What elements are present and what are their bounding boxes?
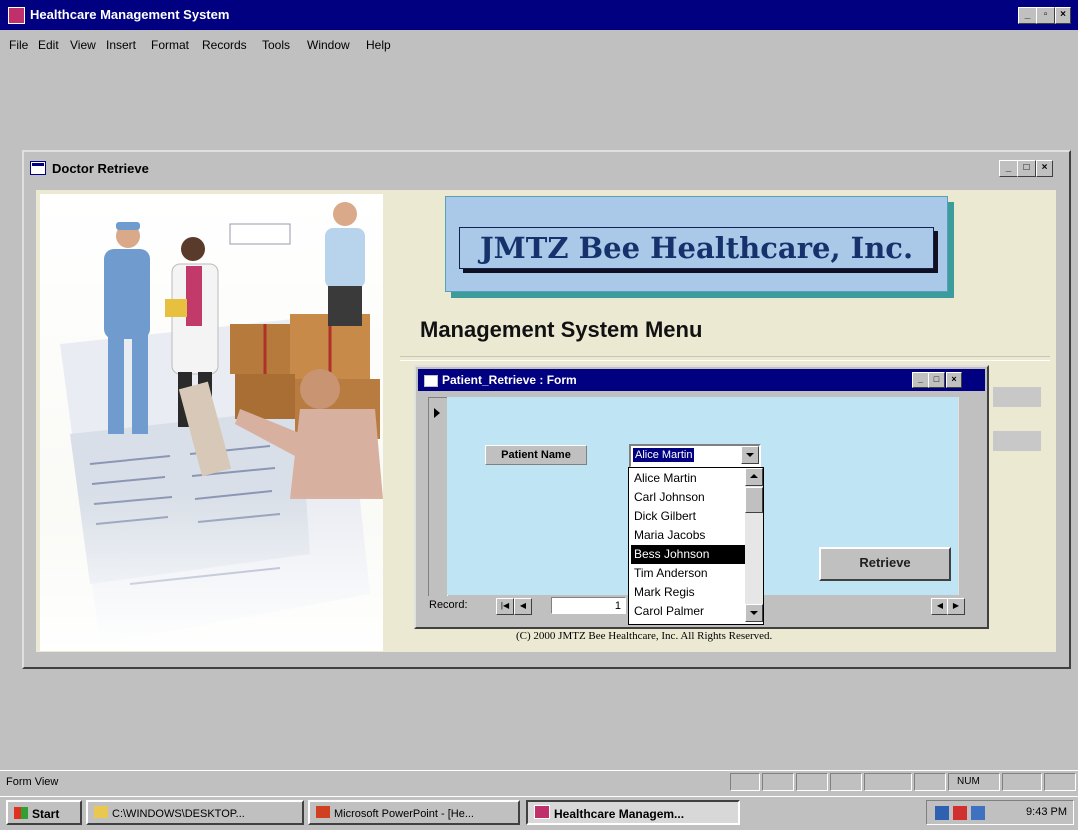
form-icon[interactable] bbox=[30, 161, 46, 175]
first-record-icon[interactable]: |◀ bbox=[496, 598, 514, 615]
close-icon[interactable]: × bbox=[1055, 7, 1071, 24]
patient-name-value[interactable]: Alice Martin bbox=[633, 448, 695, 462]
dropdown-option-highlighted[interactable]: Bess Johnson bbox=[631, 545, 746, 564]
maximize-icon[interactable]: □ bbox=[1017, 160, 1036, 177]
chevron-down-icon bbox=[750, 611, 758, 615]
taskbar-item-desktop[interactable]: C:\WINDOWS\DESKTOP... bbox=[86, 800, 304, 825]
scroll-right-icon[interactable]: ▶ bbox=[947, 598, 965, 615]
scroll-thumb[interactable] bbox=[745, 487, 763, 513]
dropdown-option[interactable]: Dick Gilbert bbox=[631, 507, 746, 526]
dropdown-option[interactable]: Tim Anderson bbox=[631, 564, 746, 583]
patient-name-dropdown-list: Alice Martin Carl Johnson Dick Gilbert M… bbox=[628, 467, 764, 625]
app-title: Healthcare Management System bbox=[30, 7, 230, 22]
menu-view[interactable]: View bbox=[70, 38, 96, 52]
close-icon[interactable]: × bbox=[946, 372, 962, 388]
doctor-retrieve-title: Doctor Retrieve bbox=[52, 161, 149, 176]
menu-help[interactable]: Help bbox=[366, 38, 391, 52]
minimize-icon[interactable]: _ bbox=[999, 160, 1018, 177]
chevron-up-icon bbox=[750, 474, 758, 478]
retrieve-button[interactable]: Retrieve bbox=[819, 547, 951, 581]
dropdown-scrollbar[interactable] bbox=[745, 468, 763, 622]
taskbar-item-healthcare[interactable]: Healthcare Managem... bbox=[526, 800, 740, 825]
company-logo: JMTZ Bee Healthcare, Inc. bbox=[445, 196, 948, 292]
patient-name-label: Patient Name bbox=[485, 445, 587, 465]
previous-record-icon[interactable]: ◀ bbox=[514, 598, 532, 615]
form-icon[interactable] bbox=[424, 375, 438, 387]
system-tray: 9:43 PM bbox=[926, 800, 1074, 825]
taskbar-item-label: Microsoft PowerPoint - [He... bbox=[334, 808, 474, 820]
maximize-icon[interactable]: □ bbox=[928, 372, 945, 388]
status-cell bbox=[914, 773, 946, 791]
status-cell bbox=[730, 773, 760, 791]
record-selector[interactable] bbox=[428, 397, 448, 597]
close-icon[interactable]: × bbox=[1036, 160, 1053, 177]
menu-window[interactable]: Window bbox=[307, 38, 350, 52]
menu-edit[interactable]: Edit bbox=[38, 38, 59, 52]
app-title-bar: Healthcare Management System _ ▫ × bbox=[0, 0, 1078, 30]
current-record-arrow-icon bbox=[434, 408, 440, 418]
taskbar-item-powerpoint[interactable]: Microsoft PowerPoint - [He... bbox=[308, 800, 520, 825]
dropdown-option[interactable]: Carol Palmer bbox=[631, 602, 746, 621]
windows-logo-icon bbox=[14, 807, 28, 819]
access-app-icon[interactable] bbox=[8, 7, 25, 24]
healthcare-staff-illustration bbox=[40, 194, 383, 651]
record-label: Record: bbox=[429, 599, 468, 611]
dropdown-option[interactable]: Maria Jacobs bbox=[631, 526, 746, 545]
dropdown-button[interactable] bbox=[741, 446, 759, 464]
menu-format[interactable]: Format bbox=[151, 38, 189, 52]
chevron-down-icon bbox=[746, 453, 754, 457]
status-num-indicator: NUM bbox=[948, 773, 1000, 791]
menu-bar: File Edit View Insert Format Records Too… bbox=[0, 32, 1078, 58]
status-cell bbox=[762, 773, 794, 791]
patient-retrieve-title: Patient_Retrieve : Form bbox=[442, 373, 577, 387]
doctor-retrieve-title-bar: Doctor Retrieve _ □ × bbox=[24, 152, 1069, 182]
minimize-icon[interactable]: _ bbox=[1018, 7, 1037, 24]
users-icon[interactable] bbox=[971, 806, 985, 820]
dropdown-option[interactable]: Alice Martin bbox=[631, 469, 746, 488]
taskbar-item-label: Healthcare Managem... bbox=[554, 807, 685, 821]
menu-button-2[interactable] bbox=[993, 431, 1041, 451]
divider bbox=[400, 356, 1050, 361]
company-logo-frame: JMTZ Bee Healthcare, Inc. bbox=[459, 227, 934, 269]
powerpoint-icon bbox=[316, 806, 330, 818]
menu-records[interactable]: Records bbox=[202, 38, 247, 52]
status-view-text: Form View bbox=[6, 776, 59, 788]
clock[interactable]: 9:43 PM bbox=[1026, 806, 1067, 818]
num-lock-text: NUM bbox=[957, 776, 980, 787]
minimize-icon[interactable]: _ bbox=[912, 372, 929, 388]
restore-icon[interactable]: ▫ bbox=[1036, 7, 1055, 24]
record-number-field[interactable]: 1 bbox=[551, 597, 626, 614]
patient-name-combo[interactable]: Alice Martin bbox=[629, 444, 761, 468]
menu-heading: Management System Menu bbox=[420, 317, 703, 342]
folder-icon bbox=[94, 806, 108, 818]
taskbar-item-label: C:\WINDOWS\DESKTOP... bbox=[112, 808, 245, 820]
start-label: Start bbox=[32, 807, 60, 821]
status-cell bbox=[864, 773, 912, 791]
copyright-notice: (C) 2000 JMTZ Bee Healthcare, Inc. All R… bbox=[516, 630, 773, 642]
menu-file[interactable]: File bbox=[9, 38, 28, 52]
dropdown-option[interactable]: Carl Johnson bbox=[631, 488, 746, 507]
menu-insert[interactable]: Insert bbox=[106, 38, 136, 52]
menu-button-1[interactable] bbox=[993, 387, 1041, 407]
dropdown-option[interactable]: Mark Regis bbox=[631, 583, 746, 602]
scroll-down-button[interactable] bbox=[745, 604, 763, 622]
scroll-up-button[interactable] bbox=[745, 468, 763, 486]
menu-tools[interactable]: Tools bbox=[262, 38, 290, 52]
form-vertical-scrollbar[interactable] bbox=[958, 397, 977, 595]
status-cell bbox=[830, 773, 862, 791]
windows-taskbar: Start C:\WINDOWS\DESKTOP... Microsoft Po… bbox=[0, 796, 1078, 830]
company-name: JMTZ Bee Healthcare, Inc. bbox=[479, 231, 914, 265]
start-button[interactable]: Start bbox=[6, 800, 82, 825]
status-cell bbox=[796, 773, 828, 791]
network-icon[interactable] bbox=[935, 806, 949, 820]
status-cell bbox=[1002, 773, 1042, 791]
status-bar: Form View NUM bbox=[0, 770, 1078, 793]
access-app-icon bbox=[534, 805, 550, 819]
patient-retrieve-title-bar: Patient_Retrieve : Form _ □ × bbox=[418, 369, 985, 391]
alert-icon[interactable] bbox=[953, 806, 967, 820]
status-cell bbox=[1044, 773, 1076, 791]
